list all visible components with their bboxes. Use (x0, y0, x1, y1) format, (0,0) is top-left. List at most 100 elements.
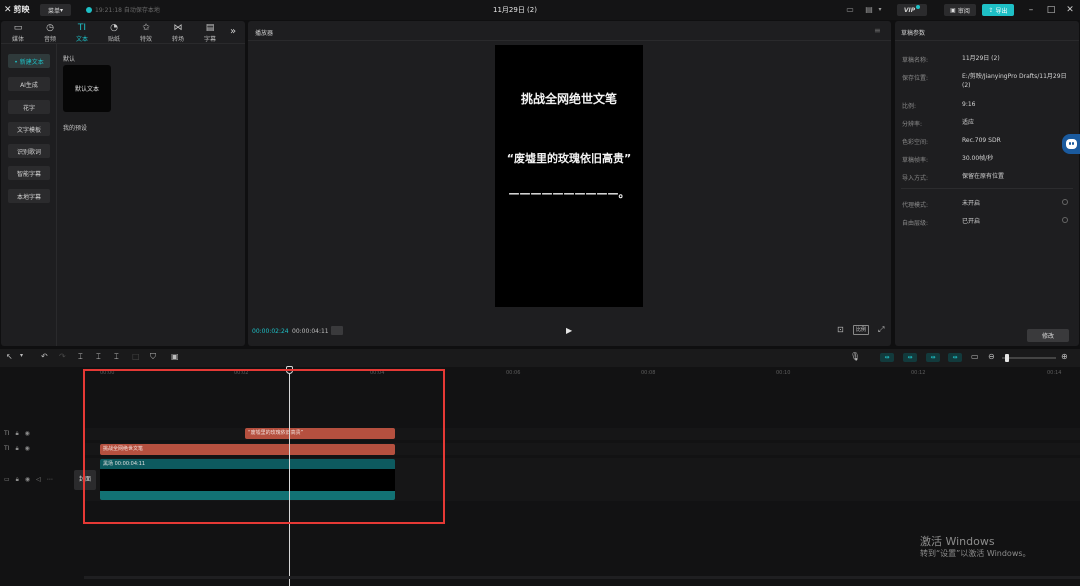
assistant-bot-icon[interactable] (1062, 134, 1080, 154)
tab-audio[interactable]: ◷ 音频 (35, 23, 65, 43)
review-button[interactable]: ▣ 审阅 (944, 4, 976, 16)
side-item-text-template[interactable]: 文字模板 (8, 122, 50, 136)
transition-icon: ⋈ (173, 23, 183, 33)
param-value: 已开启 (962, 218, 981, 225)
eye-icon[interactable]: ◉ (25, 430, 30, 438)
info-icon[interactable] (1062, 199, 1068, 205)
current-time: 00:00:02:24 (252, 328, 289, 335)
image-icon[interactable]: ▣ (171, 352, 179, 361)
undo-icon[interactable]: ↶ (41, 352, 48, 361)
effects-icon: ✩ (142, 23, 150, 33)
preview-canvas[interactable]: 挑战全网绝世文笔 “废墟里的玫瑰依旧高贵” ——————————。 (495, 45, 643, 307)
eye-icon[interactable]: ◉ (25, 445, 30, 453)
delete-icon[interactable]: □ (132, 352, 140, 361)
split-icon[interactable]: ⌶ (78, 352, 83, 362)
side-item-smart-subtitle[interactable]: 智能字幕 (8, 166, 50, 180)
section-my-presets-label: 我的预设 (63, 125, 88, 132)
tab-label: 转场 (171, 36, 184, 43)
split-left-icon[interactable]: ⌶ (96, 352, 101, 362)
divider (248, 40, 891, 41)
param-value: E:/剪映/JianyingPro Drafts/11月29日 (2) (962, 73, 1067, 89)
chevron-down-icon: ▾ (60, 6, 64, 14)
fullscreen-icon[interactable]: ⤢ (878, 325, 884, 335)
vip-dot-icon (916, 5, 921, 9)
zoom-in-icon[interactable]: ⊕ (1061, 352, 1068, 361)
chevron-down-icon[interactable]: ▾ (20, 352, 23, 359)
default-text-label: 默认文本 (74, 86, 99, 93)
auto-snap-icon[interactable]: ⇹ (903, 353, 917, 362)
microphone-icon[interactable]: 🎙 (850, 352, 860, 361)
divider (895, 40, 1079, 41)
modify-button[interactable]: 修改 (1027, 329, 1069, 342)
side-item-ai-generate[interactable]: AI生成 (8, 77, 50, 91)
tab-label: 媒体 (11, 36, 24, 43)
zoom-out-icon[interactable]: ⊖ (988, 352, 995, 361)
play-icon[interactable]: ▶ (566, 326, 572, 335)
review-label: 审阅 (957, 7, 970, 15)
sticker-icon: ◔ (110, 23, 118, 33)
side-item-recognize-lyrics[interactable]: 识别歌词 (8, 144, 50, 158)
info-icon[interactable] (1062, 217, 1068, 223)
tab-sticker[interactable]: ◔ 贴纸 (99, 23, 129, 43)
lock-icon[interactable]: 🔒︎ (16, 476, 19, 484)
link-main-track-icon[interactable]: ⇹ (880, 353, 894, 362)
zoom-slider-handle[interactable] (1005, 354, 1009, 362)
linkage-icon[interactable]: ⇹ (926, 353, 940, 362)
timeline-toolbar (0, 349, 1080, 367)
eye-icon[interactable]: ◉ (25, 476, 30, 484)
hamburger-menu-icon[interactable]: ≡ (874, 26, 881, 35)
more-icon[interactable]: ⋯ (47, 476, 53, 484)
more-tabs-icon[interactable]: » (230, 26, 236, 37)
text-track-header: TI 🔒︎ ◉ (4, 430, 30, 438)
zoom-slider[interactable] (1002, 357, 1056, 359)
tab-label: 字幕 (203, 36, 216, 43)
tab-text[interactable]: TI 文本 (67, 23, 97, 43)
ruler-tick: 00:10 (776, 370, 791, 376)
review-icon: ▣ (950, 6, 956, 14)
horizontal-scrollbar[interactable] (84, 576, 1080, 579)
lock-icon[interactable]: 🔒︎ (15, 445, 18, 453)
shortcut-icon[interactable]: ▤ (862, 4, 876, 16)
param-key: 自由层级: (902, 220, 929, 227)
ratio-button[interactable]: 比例 (853, 325, 869, 335)
lock-icon[interactable]: 🔒︎ (15, 430, 18, 438)
caption-icon[interactable]: ▭ (971, 352, 979, 361)
media-icon: ▭ (13, 23, 23, 33)
split-right-icon[interactable]: ⌶ (114, 352, 119, 362)
tab-effects[interactable]: ✩ 特效 (131, 23, 161, 43)
preview-axis-icon[interactable]: ⇹ (948, 353, 962, 362)
marker-icon[interactable]: ⛉ (150, 352, 156, 362)
side-item-new-text[interactable]: • 新建文本 (8, 54, 50, 68)
layout-icon[interactable]: ▭ (843, 4, 857, 16)
audio-mute-icon[interactable]: ◁ (36, 476, 41, 484)
draft-params-panel (895, 21, 1079, 346)
redo-icon[interactable]: ↷ (59, 352, 66, 361)
param-value: 保留在原有位置 (962, 173, 1005, 180)
select-pointer-icon[interactable]: ↖ (6, 352, 13, 361)
fit-view-icon[interactable]: ⊡ (837, 325, 844, 334)
text-track-icon: TI (4, 430, 10, 437)
tab-subtitle[interactable]: ▤ 字幕 (195, 23, 225, 43)
close-icon[interactable]: ✕ (1064, 4, 1076, 16)
side-item-local-subtitle[interactable]: 本地字幕 (8, 189, 50, 203)
canvas-text-title: 挑战全网绝世文笔 (520, 92, 617, 106)
tab-transition[interactable]: ⋈ 转场 (163, 23, 193, 43)
param-value: 适应 (962, 119, 975, 126)
menu-button[interactable]: 菜单 ▾ (40, 4, 71, 16)
export-button[interactable]: ⇪ 导出 (982, 4, 1014, 16)
param-value: 9:16 (962, 101, 976, 108)
side-item-fancy-text[interactable]: 花字 (8, 100, 50, 114)
minimize-icon[interactable]: – (1025, 4, 1037, 16)
text-track-icon: TI (4, 445, 10, 452)
chevron-down-icon[interactable]: ▾ (876, 4, 884, 16)
tab-media[interactable]: ▭ 媒体 (3, 23, 33, 43)
timecode-format-icon[interactable] (331, 326, 343, 335)
default-text-card[interactable]: 默认文本 (63, 65, 111, 112)
vip-badge[interactable]: VIP (897, 4, 927, 16)
tab-label: 贴纸 (107, 36, 120, 43)
app-name: 剪映 (13, 5, 30, 14)
param-key: 色彩空间: (902, 139, 929, 146)
tab-label: 文本 (75, 36, 88, 43)
total-time: 00:00:04:11 (292, 328, 329, 335)
maximize-icon[interactable]: □ (1045, 4, 1057, 16)
